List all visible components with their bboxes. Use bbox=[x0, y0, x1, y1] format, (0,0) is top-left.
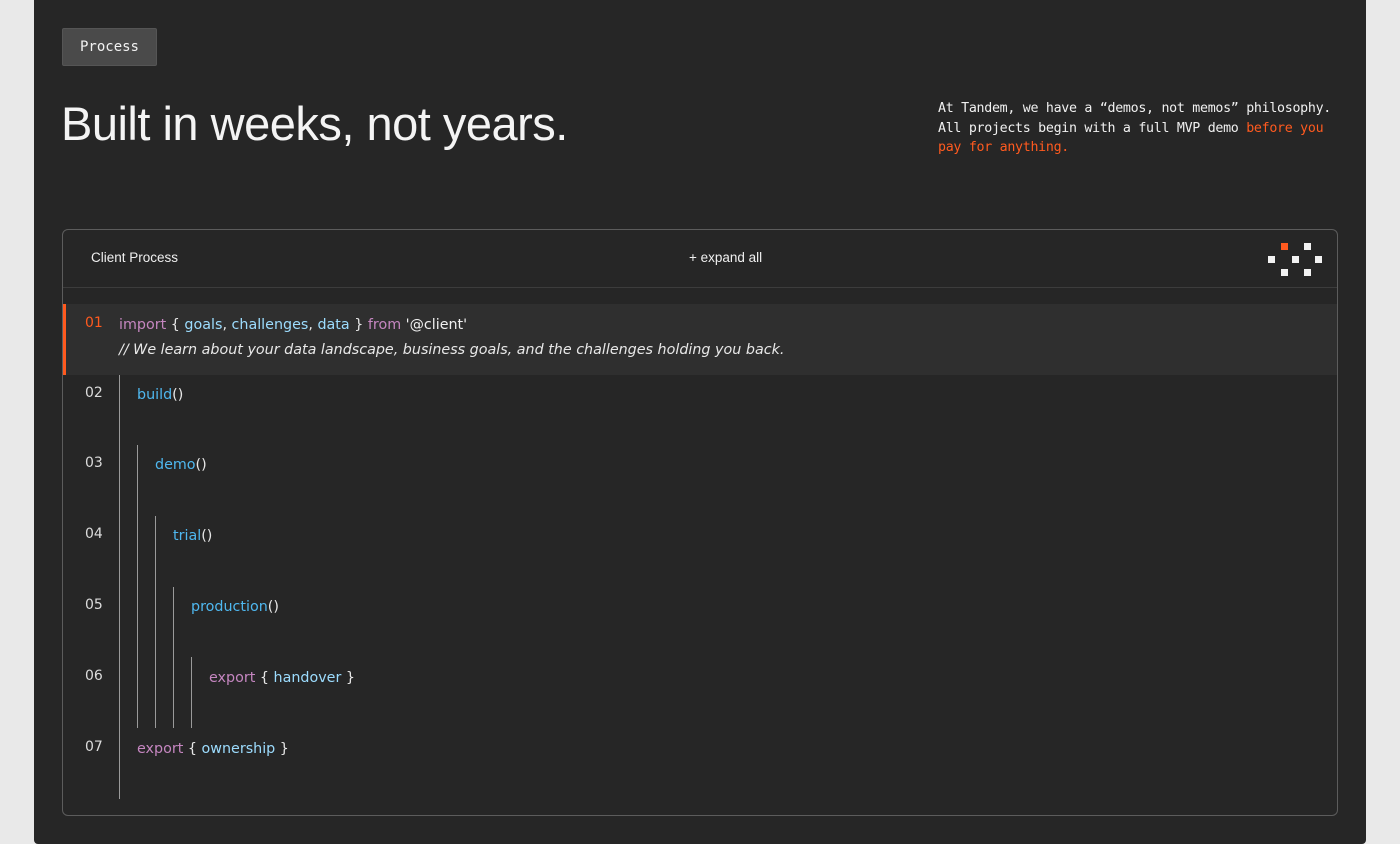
keyword: import bbox=[119, 317, 167, 333]
pixel-dots-icon bbox=[1267, 241, 1323, 277]
code-line-03[interactable]: demo() bbox=[155, 457, 207, 473]
indent-guide bbox=[191, 657, 192, 728]
import-statement: import { goals, challenges, data } from … bbox=[119, 317, 468, 333]
page-title: Built in weeks, not years. bbox=[61, 97, 568, 150]
parens: () bbox=[267, 599, 279, 615]
identifier: goals bbox=[184, 317, 223, 333]
client-process-title: Client Process bbox=[91, 250, 179, 265]
brace: } bbox=[354, 317, 364, 333]
code-line-07[interactable]: export { ownership } bbox=[137, 741, 289, 757]
brace: } bbox=[345, 670, 356, 686]
indent-guide bbox=[137, 445, 138, 728]
philosophy-blurb: At Tandem, we have a “demos, not memos” … bbox=[938, 99, 1348, 158]
parens: () bbox=[201, 528, 213, 544]
line-number: 07 bbox=[85, 739, 103, 755]
indent-guide bbox=[119, 375, 120, 799]
process-button[interactable]: Process bbox=[62, 28, 157, 66]
function-name: trial bbox=[173, 528, 202, 544]
code-line-04[interactable]: trial() bbox=[173, 528, 212, 544]
client-process-header: Client Process + expand all bbox=[63, 230, 1337, 288]
identifier: challenges bbox=[231, 317, 309, 333]
code-line-02[interactable]: build() bbox=[137, 387, 183, 403]
line-number: 02 bbox=[85, 385, 103, 401]
line-number: 03 bbox=[85, 455, 103, 471]
function-name: production bbox=[191, 599, 268, 615]
keyword: export bbox=[209, 670, 256, 686]
parens: () bbox=[172, 387, 184, 403]
brace: { bbox=[170, 317, 180, 333]
module-string: '@client' bbox=[405, 317, 468, 333]
code-comment: // We learn about your data landscape, b… bbox=[119, 342, 785, 358]
brace: { bbox=[187, 741, 197, 757]
identifier: data bbox=[317, 317, 350, 333]
indent-guide bbox=[155, 516, 156, 728]
code-line-05[interactable]: production() bbox=[191, 599, 279, 615]
function-name: demo bbox=[155, 457, 196, 473]
identifier: ownership bbox=[201, 741, 276, 757]
client-process-panel: Client Process + expand all 01 import { … bbox=[62, 229, 1338, 816]
brace: { bbox=[259, 670, 269, 686]
parens: () bbox=[195, 457, 207, 473]
keyword: export bbox=[137, 741, 184, 757]
process-section: Process Built in weeks, not years. At Ta… bbox=[34, 0, 1366, 844]
line-number: 01 bbox=[85, 315, 103, 331]
code-line-06[interactable]: export { handover } bbox=[209, 670, 355, 686]
line-number: 04 bbox=[85, 526, 103, 542]
function-name: build bbox=[137, 387, 173, 403]
identifier: handover bbox=[273, 670, 342, 686]
code-line-01[interactable]: 01 import { goals, challenges, data } fr… bbox=[63, 304, 1337, 375]
expand-all-button[interactable]: + expand all bbox=[689, 250, 762, 265]
line-number: 05 bbox=[85, 597, 103, 613]
brace: } bbox=[279, 741, 289, 757]
keyword: from bbox=[367, 317, 402, 333]
indent-guide bbox=[173, 587, 174, 728]
line-number: 06 bbox=[85, 668, 103, 684]
